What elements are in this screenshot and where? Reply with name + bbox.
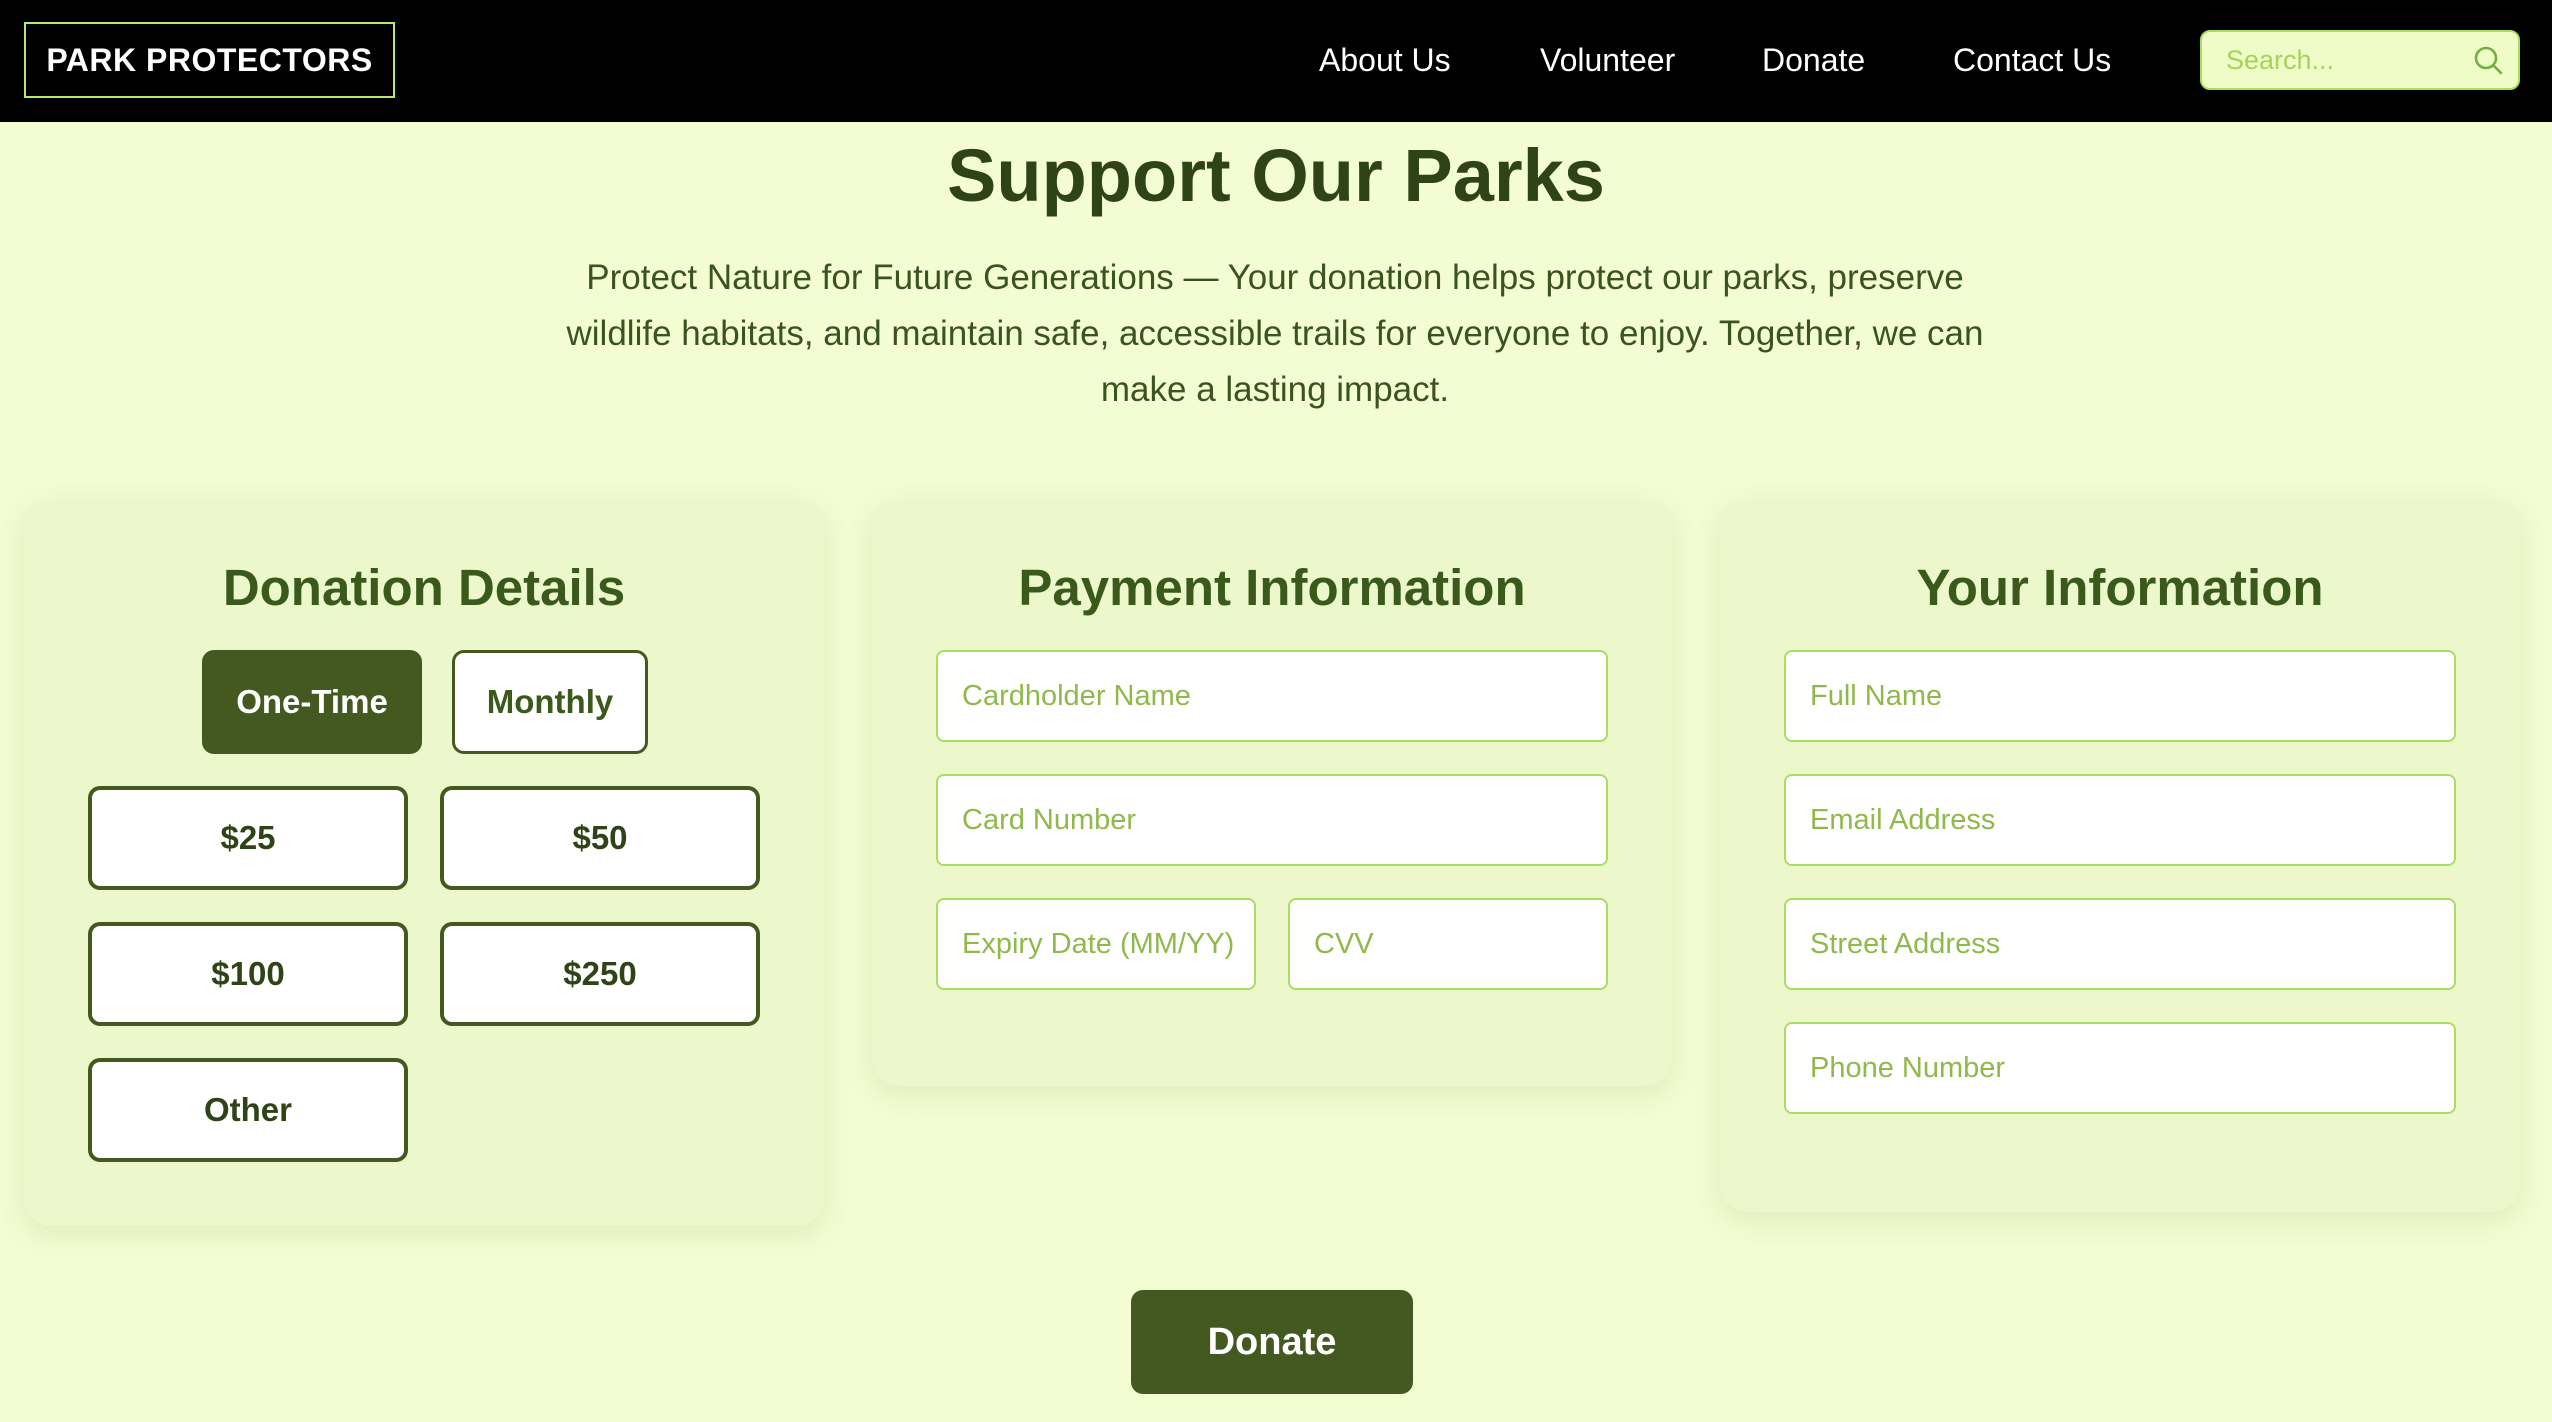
cardholder-name-field[interactable]: [936, 650, 1608, 742]
payment-information-title: Payment Information: [1018, 559, 1526, 616]
amount-50-button[interactable]: $50: [440, 786, 760, 890]
search-box: [2200, 30, 2520, 90]
top-navbar: PARK PROTECTORS About Us Volunteer Donat…: [0, 0, 2552, 122]
full-name-field[interactable]: [1784, 650, 2456, 742]
intro-text: Protect Nature for Future Generations — …: [566, 258, 1984, 409]
amount-100-button[interactable]: $100: [88, 922, 408, 1026]
cvv-field[interactable]: [1288, 898, 1608, 990]
expiry-date-field[interactable]: [936, 898, 1256, 990]
payment-information-card: Payment Information: [872, 500, 1672, 1086]
nav-link-contact-us[interactable]: Contact Us: [1953, 38, 2111, 82]
phone-number-field[interactable]: [1784, 1022, 2456, 1114]
search-icon[interactable]: [2472, 44, 2504, 76]
street-address-field[interactable]: [1784, 898, 2456, 990]
page-title: Support Our Parks: [947, 134, 1605, 217]
search-input[interactable]: [2202, 32, 2462, 88]
nav-link-volunteer[interactable]: Volunteer: [1540, 38, 1675, 82]
donation-details-title: Donation Details: [222, 559, 626, 616]
site-logo[interactable]: PARK PROTECTORS: [24, 22, 395, 98]
card-number-field[interactable]: [936, 774, 1608, 866]
nav-link-about-us[interactable]: About Us: [1319, 38, 1451, 82]
donation-details-card: Donation Details One-Time Monthly $25 $5…: [24, 500, 824, 1226]
your-information-title: Your Information: [1916, 559, 2324, 616]
nav-link-donate[interactable]: Donate: [1762, 38, 1865, 82]
your-information-card: Your Information: [1720, 500, 2520, 1212]
amount-25-button[interactable]: $25: [88, 786, 408, 890]
email-address-field[interactable]: [1784, 774, 2456, 866]
donate-submit-button[interactable]: Donate: [1131, 1290, 1413, 1394]
one-time-toggle[interactable]: One-Time: [202, 650, 422, 754]
amount-other-button[interactable]: Other: [88, 1058, 408, 1162]
monthly-toggle[interactable]: Monthly: [452, 650, 648, 754]
amount-250-button[interactable]: $250: [440, 922, 760, 1026]
